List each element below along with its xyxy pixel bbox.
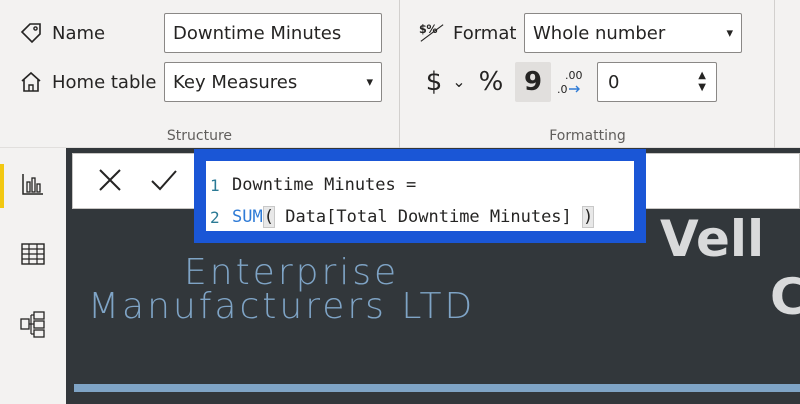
home-table-dropdown[interactable]: Key Measures ▾: [164, 62, 382, 102]
currency-chevron-icon[interactable]: ⌄: [451, 66, 467, 96]
structure-group: Name Downtime Minutes Home table Key Mea…: [0, 0, 400, 148]
structure-group-label: Structure: [166, 128, 233, 144]
format-icon: $%: [419, 20, 445, 46]
dax-editor[interactable]: 1 Downtime Minutes = 2 SUM ( Data[Total …: [194, 149, 646, 243]
table-icon: [20, 241, 46, 271]
report-title-partial-1: Vell: [660, 210, 765, 268]
checkmark-icon: [149, 166, 179, 198]
decimal-places-icon[interactable]: .00.0: [553, 62, 585, 102]
decimal-places-value: 0: [608, 71, 620, 93]
format-dropdown[interactable]: Whole number ▾: [524, 13, 742, 53]
model-view-button[interactable]: [0, 298, 66, 354]
model-icon: [19, 310, 47, 342]
close-icon: [96, 166, 124, 198]
code-paren-close: ): [582, 206, 595, 228]
bar-chart-icon: [20, 171, 46, 201]
svg-text:.00: .00: [565, 69, 583, 82]
left-nav: [0, 148, 66, 404]
name-input[interactable]: Downtime Minutes: [164, 13, 382, 53]
format-label-row: $% Format: [419, 20, 516, 46]
code-keyword: SUM: [232, 207, 263, 227]
data-view-button[interactable]: [0, 228, 66, 284]
home-table-value: Key Measures: [173, 71, 298, 93]
tag-icon: [18, 20, 44, 46]
format-label: Format: [453, 22, 517, 44]
report-title-partial-2: C: [770, 268, 800, 326]
formatting-group-label: Formatting: [549, 128, 626, 144]
commit-formula-button[interactable]: [146, 164, 182, 200]
svg-text:.0: .0: [557, 83, 568, 96]
home-icon: [18, 69, 44, 95]
report-view-button[interactable]: [0, 158, 66, 214]
chevron-down-icon: ▾: [366, 74, 373, 90]
percent-button[interactable]: %: [475, 62, 507, 102]
code-line-1: 1 Downtime Minutes =: [206, 169, 634, 201]
currency-button[interactable]: $: [421, 62, 447, 102]
cancel-formula-button[interactable]: [92, 164, 128, 200]
line-number: 1: [210, 175, 220, 195]
decimal-places-input[interactable]: 0 ▲ ▼: [597, 62, 717, 102]
accent-bar: [74, 384, 800, 392]
name-label-row: Name: [18, 20, 105, 46]
ribbon: Name Downtime Minutes Home table Key Mea…: [0, 0, 800, 148]
chevron-down-icon: ▾: [726, 25, 733, 41]
spinner-arrows[interactable]: ▲ ▼: [698, 70, 706, 94]
home-table-label-row: Home table: [18, 69, 156, 95]
comma-button[interactable]: 9: [515, 62, 551, 102]
code-line-2: 2 SUM ( Data[Total Downtime Minutes] ): [206, 201, 634, 233]
line-number: 2: [210, 207, 220, 227]
name-label: Name: [52, 22, 106, 44]
format-value: Whole number: [533, 22, 666, 44]
home-table-label: Home table: [52, 71, 157, 93]
code-argument: Data[Total Downtime Minutes]: [274, 207, 583, 227]
logo-line-2: Manufacturers LTD: [88, 286, 476, 327]
code-paren-open: (: [262, 206, 275, 228]
formatting-group: $% Format Whole number ▾ $ ⌄ % 9 .00.0 0…: [401, 0, 775, 148]
code-text: Downtime Minutes =: [232, 175, 417, 195]
